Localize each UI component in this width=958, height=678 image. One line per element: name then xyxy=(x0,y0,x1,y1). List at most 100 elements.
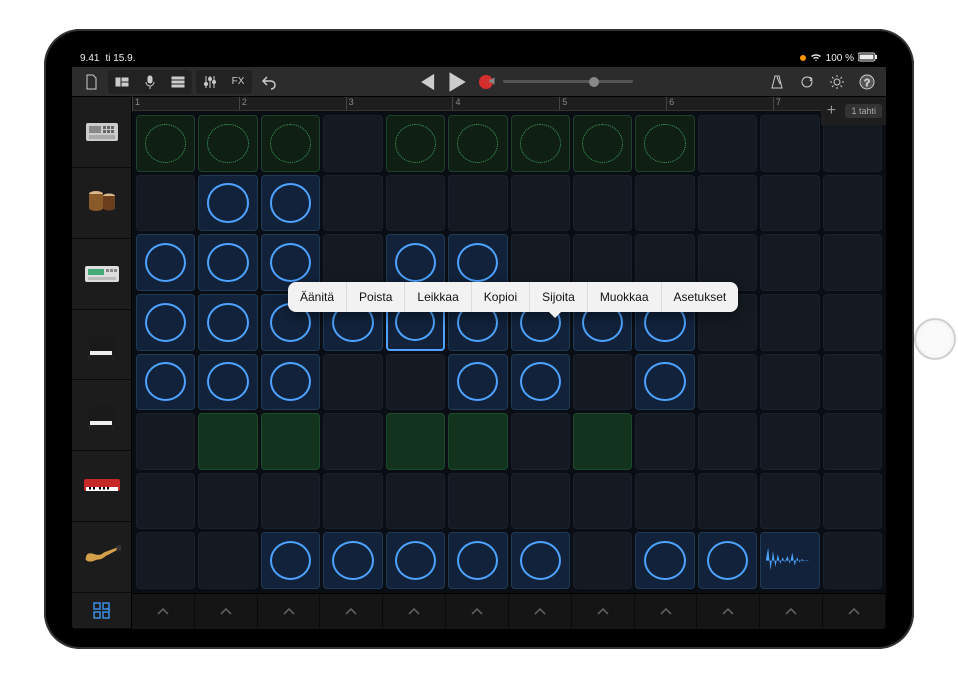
loop-cell[interactable] xyxy=(448,473,507,530)
loop-cell[interactable] xyxy=(386,354,445,411)
grid-view-toggle[interactable] xyxy=(72,593,131,629)
loop-cell[interactable] xyxy=(698,473,757,530)
loop-cell[interactable] xyxy=(261,175,320,232)
track-header-sampler[interactable] xyxy=(72,239,131,310)
loop-cell[interactable] xyxy=(386,413,445,470)
settings-button[interactable] xyxy=(824,71,850,93)
column-trigger[interactable] xyxy=(195,594,258,629)
loop-cell[interactable] xyxy=(448,115,507,172)
loop-cell[interactable] xyxy=(760,115,819,172)
loop-cell[interactable] xyxy=(136,413,195,470)
loop-cell[interactable] xyxy=(823,354,882,411)
context-menu-item[interactable]: Leikkaa xyxy=(405,282,471,312)
loop-cell[interactable] xyxy=(511,354,570,411)
loop-cell[interactable] xyxy=(261,413,320,470)
loop-cell[interactable] xyxy=(573,115,632,172)
loop-cell[interactable] xyxy=(823,532,882,589)
bar-count-label[interactable]: 1 tahti xyxy=(845,104,882,118)
loop-cell[interactable] xyxy=(198,532,257,589)
loop-cell[interactable] xyxy=(386,175,445,232)
loop-cell[interactable] xyxy=(323,473,382,530)
loop-cell[interactable] xyxy=(573,532,632,589)
loop-cell[interactable] xyxy=(823,175,882,232)
my-songs-button[interactable] xyxy=(78,71,104,93)
loop-cell[interactable] xyxy=(635,532,694,589)
tracks-button[interactable] xyxy=(165,71,191,93)
loop-cell[interactable] xyxy=(323,413,382,470)
loop-cell[interactable] xyxy=(511,175,570,232)
mic-button[interactable] xyxy=(137,71,163,93)
loop-cell[interactable] xyxy=(573,354,632,411)
loop-cell[interactable] xyxy=(136,115,195,172)
loop-cell[interactable] xyxy=(823,413,882,470)
loop-cell[interactable] xyxy=(760,234,819,291)
loop-cell[interactable] xyxy=(323,175,382,232)
loop-cell[interactable] xyxy=(760,532,819,589)
loop-cell[interactable] xyxy=(198,294,257,351)
context-menu-item[interactable]: Äänitä xyxy=(288,282,347,312)
loop-cell[interactable] xyxy=(511,532,570,589)
loop-cell[interactable] xyxy=(136,354,195,411)
column-trigger[interactable] xyxy=(446,594,509,629)
loop-cell[interactable] xyxy=(136,532,195,589)
rewind-button[interactable] xyxy=(413,71,439,93)
loop-cell[interactable] xyxy=(261,115,320,172)
track-header-bass[interactable] xyxy=(72,522,131,593)
context-menu-item[interactable]: Sijoita xyxy=(530,282,588,312)
loop-cell[interactable] xyxy=(261,354,320,411)
loop-cell[interactable] xyxy=(386,473,445,530)
loop-cell[interactable] xyxy=(261,532,320,589)
column-trigger[interactable] xyxy=(635,594,698,629)
loop-cell[interactable] xyxy=(573,175,632,232)
track-header-piano-b[interactable] xyxy=(72,380,131,451)
loop-cell[interactable] xyxy=(823,294,882,351)
loop-cell[interactable] xyxy=(760,294,819,351)
loop-cell[interactable] xyxy=(198,234,257,291)
track-header-keyboard[interactable] xyxy=(72,451,131,522)
add-column-button[interactable]: + xyxy=(821,101,841,121)
loop-cell[interactable] xyxy=(136,473,195,530)
column-trigger[interactable] xyxy=(320,594,383,629)
track-header-drum-machine[interactable] xyxy=(72,97,131,168)
metronome-button[interactable] xyxy=(764,71,790,93)
loop-cell[interactable] xyxy=(635,175,694,232)
column-trigger[interactable] xyxy=(697,594,760,629)
loop-cell[interactable] xyxy=(511,115,570,172)
loop-cell[interactable] xyxy=(635,115,694,172)
loop-cell[interactable] xyxy=(261,473,320,530)
timeline-ruler[interactable]: 1234567 xyxy=(132,97,886,111)
loop-cell[interactable] xyxy=(511,473,570,530)
loop-cell[interactable] xyxy=(448,413,507,470)
loop-cell[interactable] xyxy=(136,175,195,232)
track-header-percussion[interactable] xyxy=(72,168,131,239)
loop-cell[interactable] xyxy=(448,354,507,411)
context-menu-item[interactable]: Kopioi xyxy=(472,282,530,312)
column-trigger[interactable] xyxy=(509,594,572,629)
loop-cell[interactable] xyxy=(448,175,507,232)
loop-browser-button[interactable] xyxy=(794,71,820,93)
loop-cell[interactable] xyxy=(760,175,819,232)
column-trigger[interactable] xyxy=(258,594,321,629)
loop-cell[interactable] xyxy=(698,115,757,172)
mixer-button[interactable] xyxy=(197,71,223,93)
loop-cell[interactable] xyxy=(698,532,757,589)
loop-cell[interactable] xyxy=(635,354,694,411)
loop-cell[interactable] xyxy=(698,413,757,470)
loop-cell[interactable] xyxy=(323,354,382,411)
loop-cell[interactable] xyxy=(760,354,819,411)
browser-button[interactable] xyxy=(109,71,135,93)
loop-cell[interactable] xyxy=(448,532,507,589)
play-button[interactable] xyxy=(443,71,469,93)
loop-cell[interactable] xyxy=(386,532,445,589)
loop-cell[interactable] xyxy=(386,115,445,172)
loop-cell[interactable] xyxy=(511,413,570,470)
loop-cell[interactable] xyxy=(635,473,694,530)
loop-cell[interactable] xyxy=(760,413,819,470)
column-trigger[interactable] xyxy=(760,594,823,629)
track-header-piano-a[interactable] xyxy=(72,310,131,381)
column-trigger[interactable] xyxy=(572,594,635,629)
loop-cell[interactable] xyxy=(698,354,757,411)
loop-cell[interactable] xyxy=(323,115,382,172)
column-trigger[interactable] xyxy=(823,594,886,629)
loop-cell[interactable] xyxy=(760,473,819,530)
